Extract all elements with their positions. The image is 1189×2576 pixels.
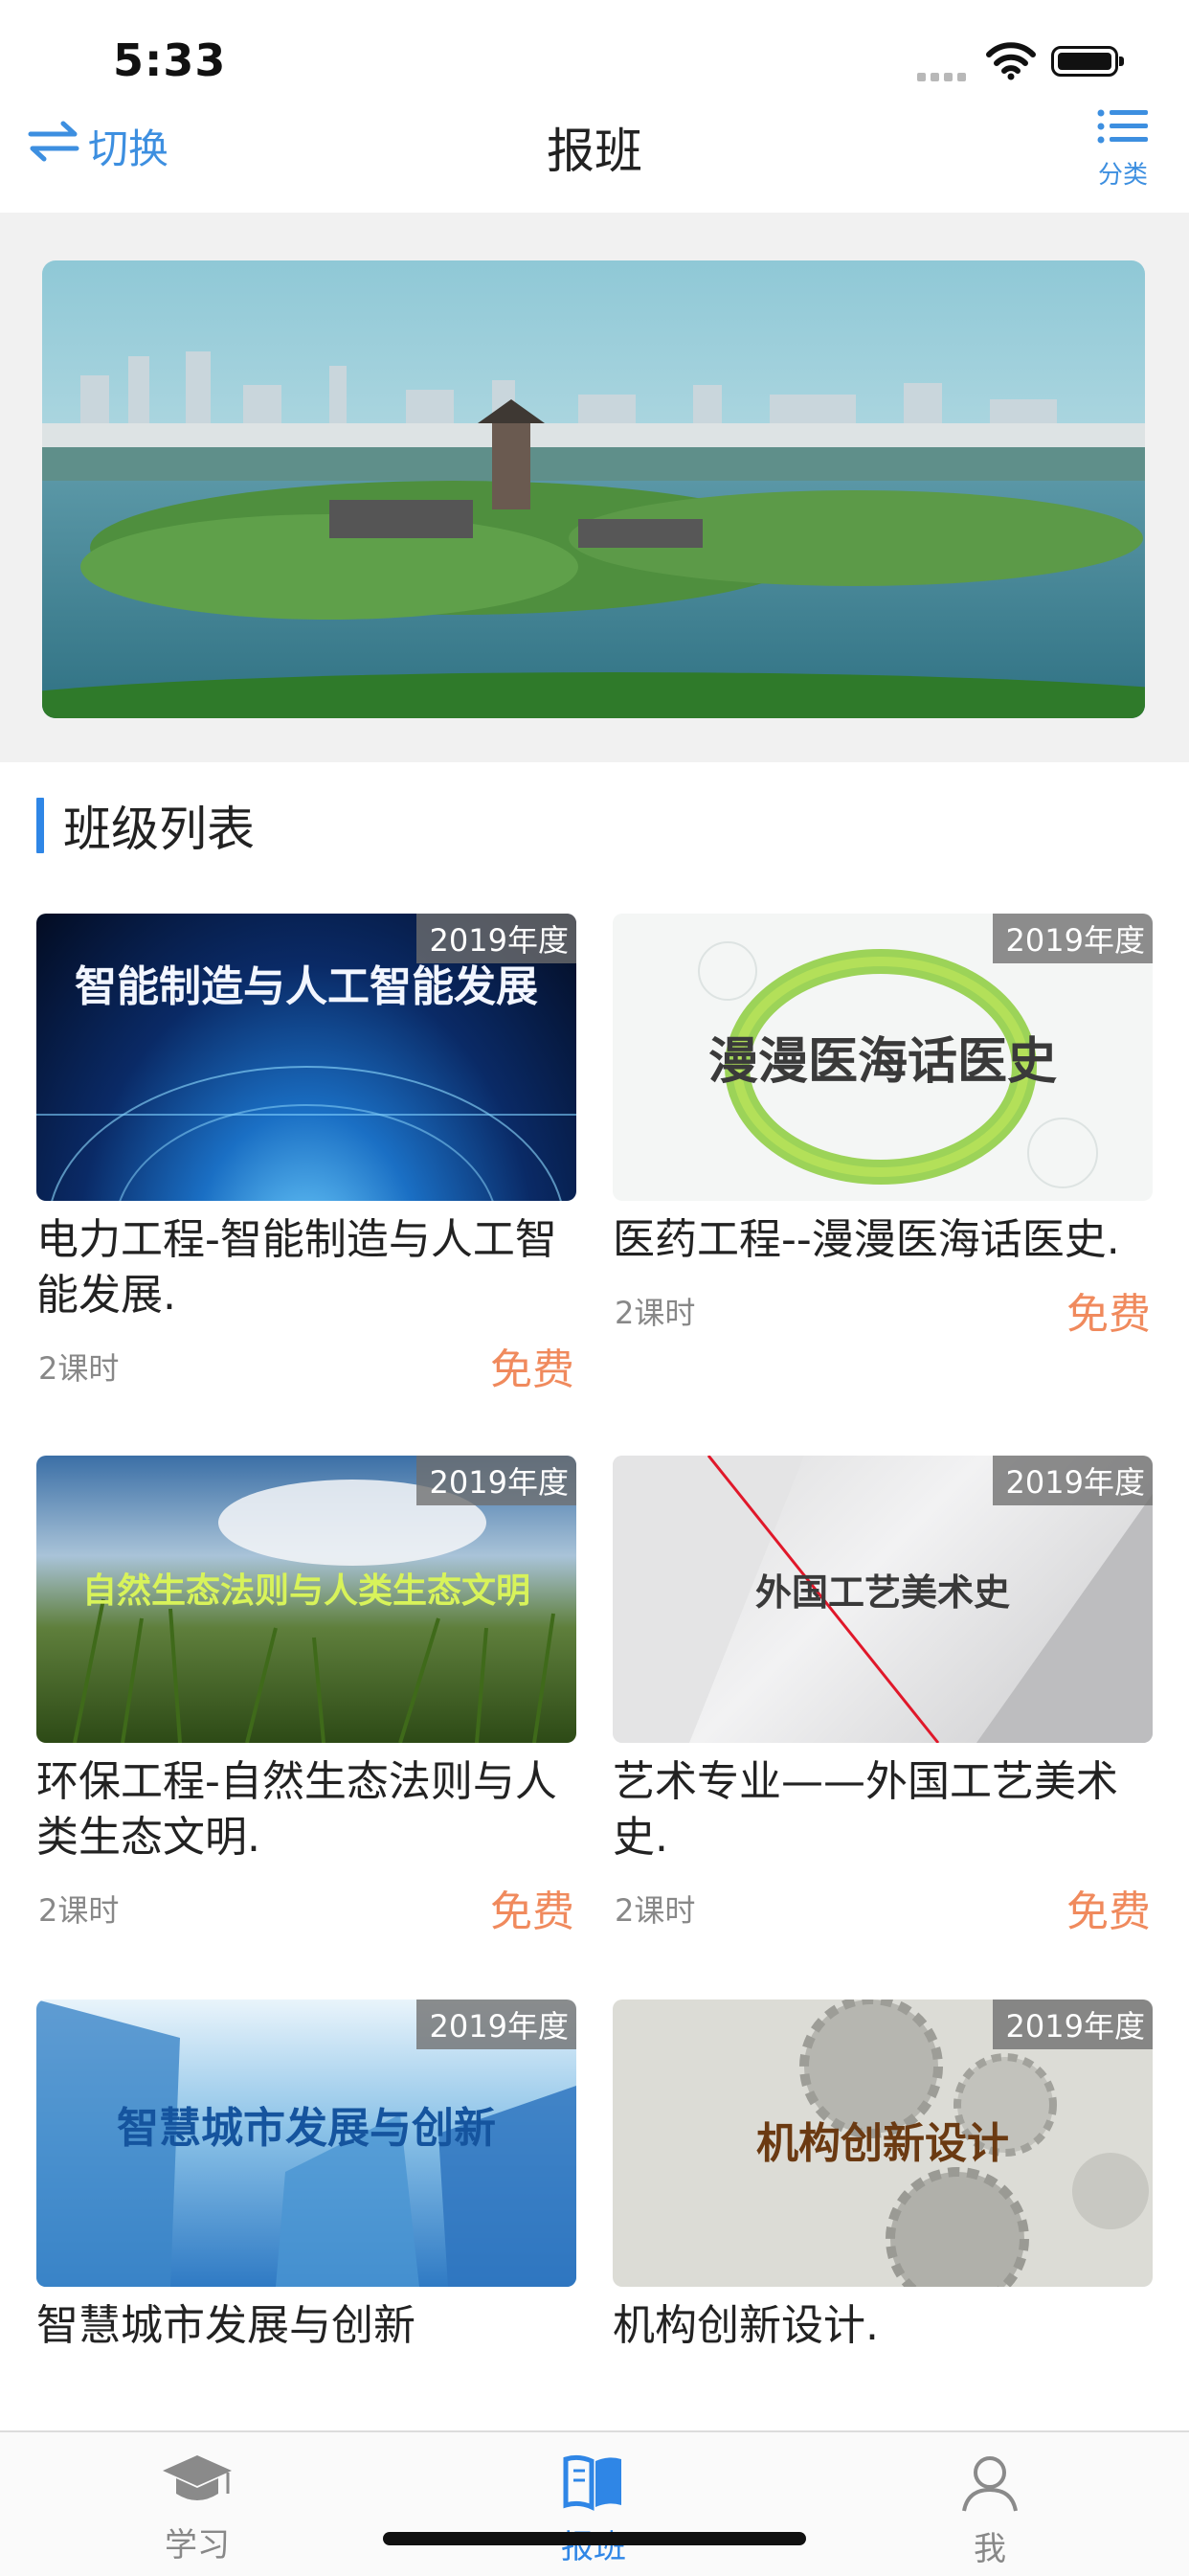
class-hours: 2课时 (615, 1295, 696, 1331)
class-thumbnail: 外国工艺美术史 2019年度 (613, 1456, 1153, 1743)
year-badge: 2019年度 (992, 914, 1153, 963)
user-icon (960, 2456, 1020, 2517)
year-badge: 2019年度 (415, 1456, 576, 1505)
home-indicator[interactable] (383, 2532, 806, 2545)
page-title: 报班 (547, 124, 642, 179)
class-card[interactable]: 智慧城市发展与创新 2019年度 智慧城市发展与创新 (36, 2000, 576, 2354)
tab-study[interactable]: 学习 (101, 2453, 293, 2565)
tab-enroll[interactable]: 报班 (498, 2453, 689, 2567)
year-badge: 2019年度 (415, 914, 576, 963)
class-title: 环保工程-自然生态法则与人类生态文明. (36, 1757, 557, 1862)
class-price: 免费 (1066, 1887, 1151, 1936)
section-title-text: 班级列表 (63, 802, 255, 857)
class-card[interactable]: 漫漫医海话医史 2019年度 医药工程--漫漫医海话医史. 2课时 免费 (613, 914, 1153, 1339)
class-card[interactable]: 外国工艺美术史 2019年度 艺术专业——外国工艺美术史. 2课时 免费 (613, 1456, 1153, 1936)
banner-image[interactable] (42, 260, 1145, 718)
thumbnail-caption: 自然生态法则与人类生态文明 (81, 1571, 530, 1611)
thumbnail-caption: 漫漫医海话医史 (707, 1033, 1057, 1091)
book-icon (560, 2454, 627, 2515)
class-title: 机构创新设计. (613, 2301, 879, 2350)
thumbnail-caption: 智慧城市发展与创新 (117, 2104, 496, 2153)
class-price: 免费 (490, 1887, 574, 1936)
section-accent-bar (36, 798, 44, 853)
battery-icon (1051, 46, 1124, 77)
class-title: 电力工程-智能制造与人工智能发展. (36, 1215, 557, 1320)
class-price: 免费 (1066, 1290, 1151, 1339)
class-thumbnail: 机构创新设计 2019年度 (613, 2000, 1153, 2287)
class-thumbnail: 漫漫医海话医史 2019年度 (613, 914, 1153, 1201)
banner-area (0, 213, 1189, 762)
class-hours: 2课时 (38, 1350, 120, 1387)
tab-me[interactable]: 我 (894, 2453, 1086, 2569)
thumbnail-caption: 机构创新设计 (756, 2119, 1009, 2168)
class-hours: 2课时 (615, 1892, 696, 1929)
year-badge: 2019年度 (992, 2000, 1153, 2049)
status-time: 5:33 (113, 34, 227, 86)
class-price: 免费 (490, 1345, 574, 1394)
status-bar: 5:33 (0, 0, 1189, 115)
category-button[interactable]: 分类 (1089, 107, 1156, 193)
cellular-signal-icon (917, 67, 973, 81)
year-badge: 2019年度 (992, 1456, 1153, 1505)
navigation-bar: 切换 报班 分类 (0, 105, 1189, 213)
class-card[interactable]: 机构创新设计 2019年度 机构创新设计. (613, 2000, 1153, 2354)
year-badge: 2019年度 (415, 2000, 576, 2049)
class-thumbnail: 智慧城市发展与创新 2019年度 (36, 2000, 576, 2287)
tab-bar: 学习 报班 我 (0, 2430, 1189, 2576)
class-thumbnail: 智能制造与人工智能发展 2019年度 (36, 914, 576, 1201)
graduation-cap-icon (161, 2455, 234, 2513)
wifi-icon (986, 42, 1036, 84)
class-hours: 2课时 (38, 1892, 120, 1929)
thumbnail-caption: 外国工艺美术史 (754, 1571, 1010, 1614)
category-label: 分类 (1097, 161, 1148, 190)
section-title: 班级列表 (36, 795, 255, 857)
class-thumbnail: 自然生态法则与人类生态文明 2019年度 (36, 1456, 576, 1743)
class-card[interactable]: 智能制造与人工智能发展 2019年度 电力工程-智能制造与人工智能发展. 2课时… (36, 914, 576, 1394)
class-title: 智慧城市发展与创新 (36, 2301, 415, 2350)
class-card[interactable]: 自然生态法则与人类生态文明 2019年度 环保工程-自然生态法则与人类生态文明.… (36, 1456, 576, 1936)
class-title: 艺术专业——外国工艺美术史. (613, 1757, 1118, 1862)
class-title: 医药工程--漫漫医海话医史. (613, 1215, 1120, 1264)
tab-label: 我 (974, 2530, 1006, 2568)
tab-label: 学习 (165, 2526, 230, 2565)
